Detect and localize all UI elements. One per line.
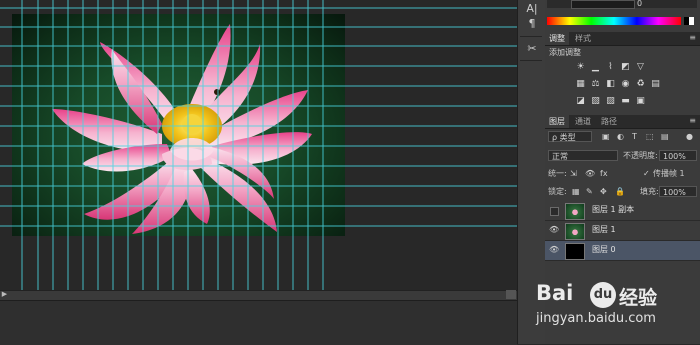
- levels-icon[interactable]: ▁: [590, 62, 601, 73]
- invert-icon[interactable]: ◪: [575, 96, 586, 107]
- tab-styles[interactable]: 样式: [571, 32, 595, 45]
- watermark-brand: Bai: [536, 281, 574, 305]
- propagate-label: 传播帧 1: [653, 169, 685, 178]
- gradient-map-icon[interactable]: ▬: [620, 96, 631, 107]
- scroll-left-arrow-icon[interactable]: ▶: [0, 290, 9, 299]
- watermark-cn: 经验: [619, 287, 658, 309]
- black-white-swatch[interactable]: [684, 17, 694, 25]
- layer-row[interactable]: 👁 图层 1: [545, 221, 700, 241]
- adjust-tabbar: 调整 样式 ≡: [545, 32, 700, 46]
- timeline-area: [0, 300, 517, 345]
- filter-toggle-icon[interactable]: ●: [686, 131, 693, 142]
- unify-visibility-icon[interactable]: 👁: [585, 168, 595, 179]
- tab-adjustments[interactable]: 调整: [545, 32, 569, 45]
- hue-sat-icon[interactable]: ▦: [575, 79, 586, 90]
- fill-label: 填充:: [640, 187, 659, 196]
- visibility-toggle-off[interactable]: [550, 207, 559, 216]
- column-divider: [520, 60, 542, 61]
- layer-thumbnail: [565, 243, 585, 260]
- paw-logo-icon: du: [590, 282, 616, 308]
- unify-label: 统一:: [548, 169, 567, 178]
- photo-filter-icon[interactable]: ◉: [620, 79, 631, 90]
- lock-image-icon[interactable]: ✎: [586, 186, 593, 197]
- opacity-input[interactable]: 100%: [659, 150, 697, 161]
- exposure-icon[interactable]: ◩: [620, 62, 631, 73]
- watermark-url: jingyan.baidu.com: [536, 311, 656, 326]
- adjust-title: 添加调整: [549, 48, 581, 57]
- layers-list: 图层 1 副本 👁 图层 1 👁 图层 0: [545, 201, 700, 261]
- tab-layers[interactable]: 图层: [545, 115, 569, 128]
- baidu-watermark: Bai du 经验 jingyan.baidu.com: [533, 280, 700, 344]
- threshold-icon[interactable]: ▨: [605, 96, 616, 107]
- color-spectrum-ramp[interactable]: [547, 17, 681, 25]
- layer-filter-select[interactable]: ρ 类型: [548, 131, 592, 142]
- layer-row[interactable]: 图层 1 副本: [545, 201, 700, 221]
- layer-row-selected[interactable]: 👁 图层 0: [545, 241, 700, 261]
- bw-icon[interactable]: ◧: [605, 79, 616, 90]
- tab-paths[interactable]: 路径: [597, 115, 621, 128]
- filter-shape-icon[interactable]: ⬚: [646, 131, 654, 142]
- filter-adjust-icon[interactable]: ◐: [617, 131, 624, 142]
- unify-position-icon[interactable]: ⇲: [570, 168, 577, 179]
- filter-smart-icon[interactable]: ▤: [661, 131, 669, 142]
- layer-name: 图层 1 副本: [592, 205, 635, 214]
- unify-style-icon[interactable]: fx: [600, 168, 608, 179]
- tools-icon[interactable]: ✂: [524, 42, 540, 56]
- selective-color-icon[interactable]: ▣: [635, 96, 646, 107]
- layer-name: 图层 0: [592, 245, 616, 254]
- filter-type-icon[interactable]: T: [632, 131, 637, 142]
- fill-input[interactable]: 100%: [659, 186, 697, 197]
- color-value: 0: [637, 0, 643, 8]
- color-input-field[interactable]: [571, 0, 635, 9]
- blend-mode-select[interactable]: 正常: [548, 150, 618, 161]
- color-lookup-icon[interactable]: ▤: [650, 79, 661, 90]
- layer-thumbnail: [565, 223, 585, 240]
- layers-tabbar: 图层 通道 路径 ≡: [545, 115, 700, 129]
- lock-position-icon[interactable]: ✥: [600, 186, 607, 197]
- lock-all-icon[interactable]: 🔒: [615, 186, 625, 197]
- panel-menu-icon[interactable]: ≡: [689, 33, 696, 42]
- propagate-checkbox[interactable]: ✓: [643, 168, 650, 179]
- guide-lines: [0, 0, 517, 290]
- character-icon[interactable]: A|: [524, 2, 540, 16]
- tab-channels[interactable]: 通道: [571, 115, 595, 128]
- scroll-right-button[interactable]: [506, 290, 516, 299]
- posterize-icon[interactable]: ▧: [590, 96, 601, 107]
- paragraph-icon[interactable]: ¶: [524, 17, 540, 31]
- layer-thumbnail: [565, 203, 585, 220]
- lock-label: 锁定:: [548, 187, 567, 196]
- opacity-label: 不透明度:: [623, 151, 658, 160]
- canvas-workspace[interactable]: [0, 0, 517, 290]
- panel-menu-icon[interactable]: ≡: [689, 116, 696, 125]
- lock-transparent-icon[interactable]: ▦: [572, 186, 580, 197]
- layer-name: 图层 1: [592, 225, 616, 234]
- channel-mixer-icon[interactable]: ♻: [635, 79, 646, 90]
- curves-icon[interactable]: ⌇: [605, 62, 616, 73]
- filter-pixel-icon[interactable]: ▣: [602, 131, 610, 142]
- horizontal-scrollbar[interactable]: [0, 290, 517, 300]
- color-balance-icon[interactable]: ⚖: [590, 79, 601, 90]
- column-divider: [520, 36, 542, 37]
- brightness-icon[interactable]: ☀: [575, 62, 586, 73]
- eye-icon[interactable]: 👁: [549, 225, 559, 235]
- eye-icon[interactable]: 👁: [549, 245, 559, 255]
- vibrance-icon[interactable]: ▽: [635, 62, 646, 73]
